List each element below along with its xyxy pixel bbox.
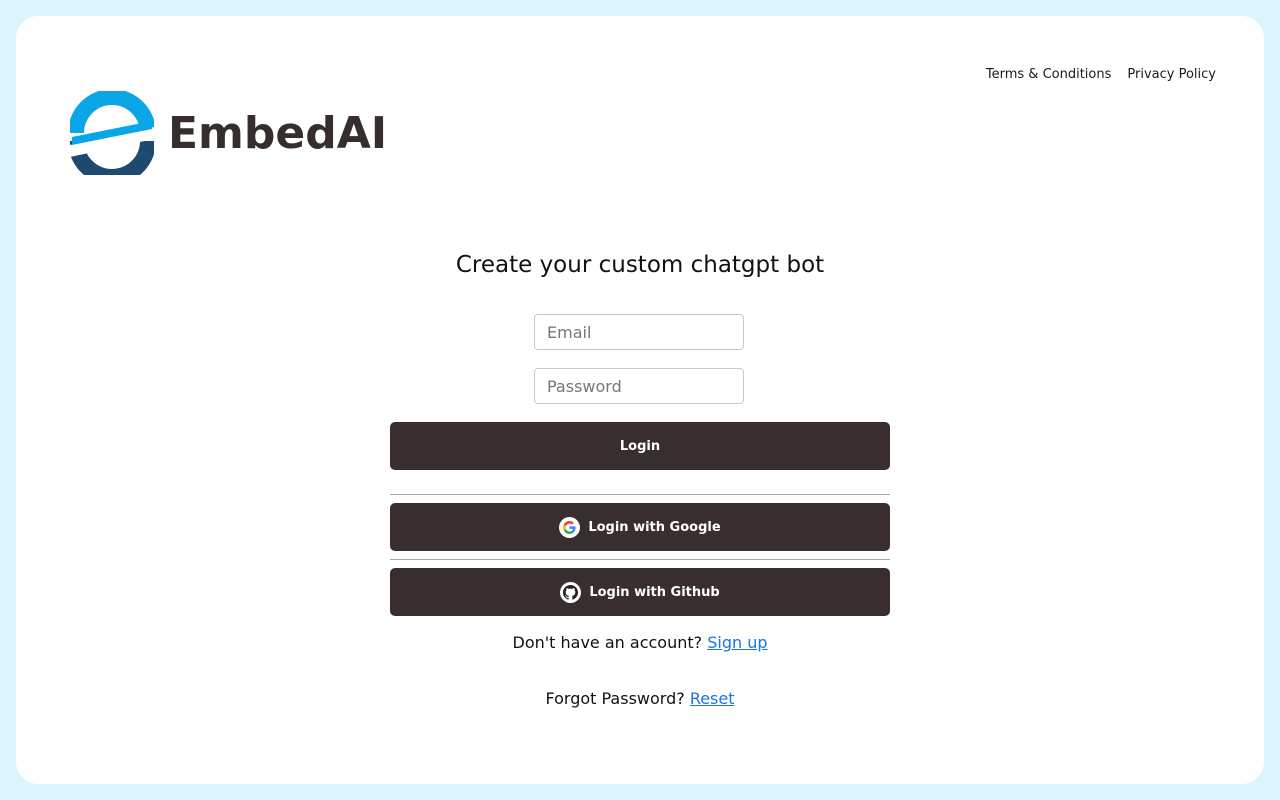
divider — [390, 494, 890, 495]
signup-prompt: Don't have an account? Sign up — [16, 633, 1264, 652]
reset-link[interactable]: Reset — [690, 689, 735, 708]
login-card: Terms & Conditions Privacy Policy EmbedA… — [16, 16, 1264, 784]
login-with-google-label: Login with Google — [588, 519, 721, 535]
google-icon — [559, 516, 581, 538]
divider — [390, 559, 890, 560]
login-with-github-button[interactable]: Login with Github — [390, 568, 890, 616]
page-title: Create your custom chatgpt bot — [455, 252, 825, 278]
login-button-label: Login — [619, 438, 661, 454]
logo-text: EmbedAI — [168, 107, 388, 159]
github-icon — [560, 581, 582, 603]
logo: EmbedAI — [70, 91, 387, 175]
password-input[interactable] — [534, 368, 744, 404]
forgot-password-text: Forgot Password? — [545, 689, 685, 708]
email-input[interactable] — [534, 314, 744, 350]
embedai-logo-icon — [70, 91, 154, 175]
terms-link[interactable]: Terms & Conditions — [986, 67, 1112, 82]
signup-link[interactable]: Sign up — [707, 633, 767, 652]
top-links: Terms & Conditions Privacy Policy — [986, 67, 1216, 82]
forgot-password-prompt: Forgot Password? Reset — [16, 689, 1264, 708]
login-button[interactable]: Login — [390, 422, 890, 470]
signup-prompt-text: Don't have an account? — [512, 633, 703, 652]
login-with-github-label: Login with Github — [589, 584, 720, 600]
privacy-link[interactable]: Privacy Policy — [1127, 67, 1216, 82]
login-with-google-button[interactable]: Login with Google — [390, 503, 890, 551]
